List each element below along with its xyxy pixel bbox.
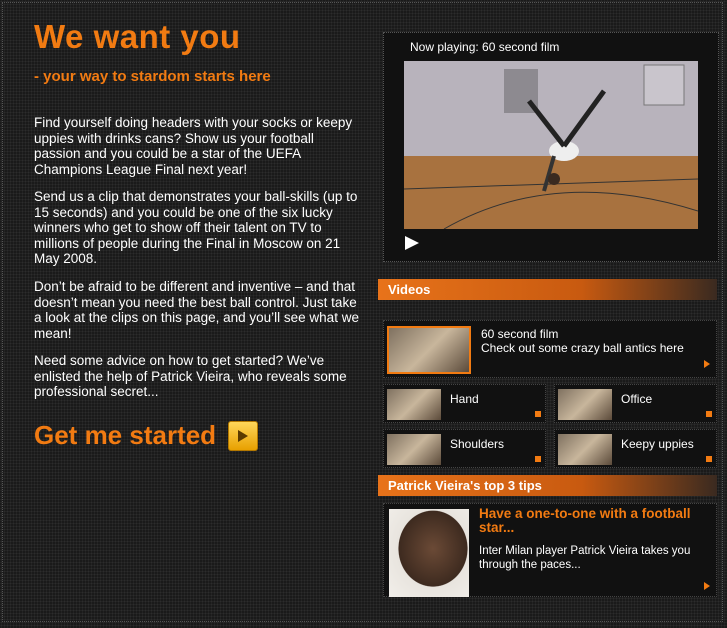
featured-video-title: 60 second film <box>481 327 559 341</box>
intro-paragraph-3: Don’t be afraid to be different and inve… <box>34 279 359 341</box>
video-frame-illustration <box>404 61 698 229</box>
now-playing-label: Now playing: 60 second film <box>410 40 560 54</box>
hand-thumbnail <box>387 389 441 420</box>
patrick-vieira-photo <box>389 509 469 597</box>
square-bullet-icon <box>535 411 541 417</box>
featured-video-description: Check out some crazy ball antics here <box>481 341 684 355</box>
play-icon[interactable] <box>404 235 420 251</box>
featured-video-card[interactable]: 60 second film Check out some crazy ball… <box>383 320 717 378</box>
tip-headline[interactable]: Have a one-to-one with a football star..… <box>479 507 709 535</box>
hero: We want you - your way to stardom starts… <box>34 18 369 85</box>
tip-card[interactable]: Have a one-to-one with a football star..… <box>383 503 717 597</box>
intro-paragraph-2: Send us a clip that demonstrates your ba… <box>34 189 358 266</box>
arrow-right-icon <box>704 360 710 368</box>
featured-video-thumbnail <box>387 326 471 374</box>
page-title: We want you <box>34 18 241 55</box>
intro-paragraph-4: Need some advice on how to get started? … <box>34 353 347 399</box>
page-subtitle: - your way to stardom starts here <box>34 68 271 85</box>
get-started-link[interactable]: Get me started <box>34 420 259 451</box>
get-started-button[interactable] <box>228 420 259 451</box>
video-item-keepy-uppies[interactable]: Keepy uppies <box>554 429 717 468</box>
shoulders-thumbnail <box>387 434 441 465</box>
video-item-shoulders[interactable]: Shoulders <box>383 429 546 468</box>
arrow-right-icon <box>704 582 710 590</box>
square-bullet-icon <box>535 456 541 462</box>
play-arrow-icon <box>238 429 249 442</box>
keepy-uppies-thumbnail <box>558 434 612 465</box>
tip-body: Inter Milan player Patrick Vieira takes … <box>479 545 691 571</box>
keepy-uppies-label: Keepy uppies <box>621 437 694 451</box>
videos-heading: Videos <box>378 279 717 300</box>
video-player: Now playing: 60 second film <box>383 32 719 262</box>
tips-heading: Patrick Vieira's top 3 tips <box>378 475 717 496</box>
hand-label: Hand <box>450 392 479 406</box>
video-screen[interactable] <box>404 61 698 229</box>
office-thumbnail <box>558 389 612 420</box>
square-bullet-icon <box>706 411 712 417</box>
shoulders-label: Shoulders <box>450 437 505 451</box>
video-item-hand[interactable]: Hand <box>383 384 546 423</box>
video-item-office[interactable]: Office <box>554 384 717 423</box>
get-started-label: Get me started <box>34 420 217 450</box>
office-label: Office <box>621 392 653 406</box>
square-bullet-icon <box>706 456 712 462</box>
intro-paragraph-1: Find yourself doing headers with your so… <box>34 115 353 177</box>
